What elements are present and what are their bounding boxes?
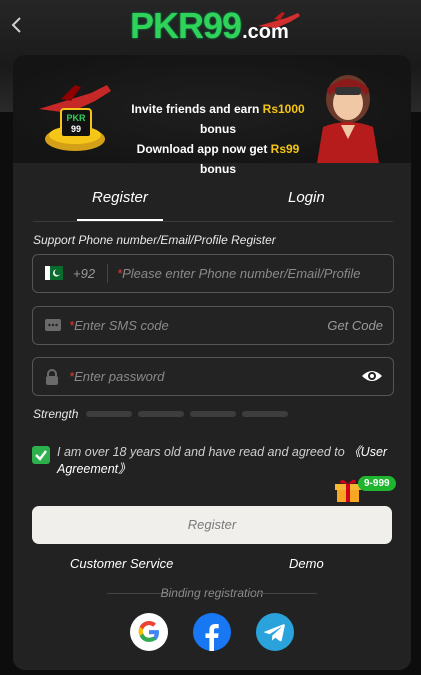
phone-placeholder: *Please enter Phone number/Email/Profile <box>117 266 361 281</box>
register-method-label: Support Phone number/Email/Profile Regis… <box>33 233 276 247</box>
strength-bar <box>242 411 288 417</box>
telegram-icon <box>264 624 285 642</box>
plane-icon <box>256 10 302 37</box>
pilot-character-icon <box>303 69 393 168</box>
password-strength-label: Strength <box>33 407 79 421</box>
sms-placeholder: *Enter SMS code <box>69 318 169 333</box>
check-icon <box>35 450 47 461</box>
agreement-checkbox[interactable] <box>32 446 50 464</box>
register-panel: PKR 99 Invite friends and earn Rs1000 bo… <box>13 55 411 670</box>
strength-bar <box>190 411 236 417</box>
facebook-login-button[interactable] <box>193 613 231 651</box>
strength-bar <box>138 411 184 417</box>
country-code[interactable]: +92 <box>73 266 95 281</box>
password-field[interactable]: *Enter password <box>32 357 394 396</box>
logo-main: PKR99 <box>130 5 242 46</box>
tab-login[interactable]: Login <box>288 189 325 206</box>
strength-bar <box>86 411 132 417</box>
eye-icon[interactable] <box>361 368 383 389</box>
google-login-button[interactable] <box>130 613 168 651</box>
sms-code-field[interactable]: *Enter SMS code Get Code <box>32 306 394 345</box>
phone-field[interactable]: +92 *Please enter Phone number/Email/Pro… <box>32 254 394 293</box>
message-icon <box>45 318 61 337</box>
active-tab-indicator <box>77 219 163 221</box>
register-button[interactable]: Register <box>32 506 392 544</box>
lock-icon <box>45 369 59 390</box>
gift-amount-badge: 9-999 <box>358 476 396 491</box>
back-icon[interactable] <box>8 14 28 36</box>
facebook-icon <box>205 624 219 651</box>
password-placeholder: *Enter password <box>69 369 165 384</box>
binding-registration-label: Binding registration <box>160 586 264 600</box>
field-divider <box>107 264 108 283</box>
demo-link[interactable]: Demo <box>289 556 324 571</box>
agreement-text: I am over 18 years old and have read and… <box>57 445 388 476</box>
customer-service-link[interactable]: Customer Service <box>70 556 173 571</box>
promo-banner[interactable]: PKR 99 Invite friends and earn Rs1000 bo… <box>13 55 411 176</box>
plane-coins-icon: PKR 99 <box>35 79 115 162</box>
telegram-login-button[interactable] <box>256 613 294 651</box>
pakistan-flag-icon <box>45 266 63 280</box>
google-icon <box>138 621 159 642</box>
get-code-button[interactable]: Get Code <box>327 318 383 333</box>
svg-text:99: 99 <box>71 124 81 134</box>
divider-line <box>255 593 317 594</box>
promo-text: Invite friends and earn Rs1000 bonus Dow… <box>131 102 305 176</box>
svg-text:PKR: PKR <box>66 113 86 123</box>
auth-tabs: Register Login <box>33 179 393 222</box>
tab-register[interactable]: Register <box>92 189 148 206</box>
